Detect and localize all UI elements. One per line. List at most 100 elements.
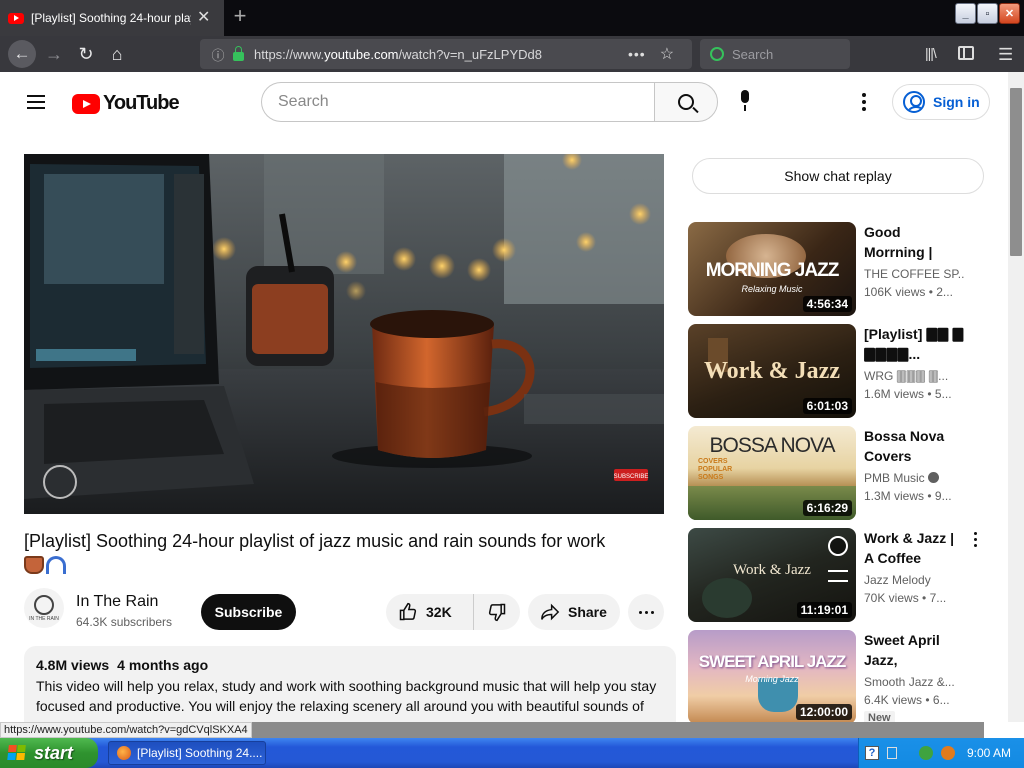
info-icon[interactable]: ⓘ (210, 45, 226, 64)
channel-avatar-text: IN THE RAIN (29, 615, 59, 622)
recommendation-thumbnail[interactable]: MORNING JAZZ Relaxing Music 4:56:34 (688, 222, 856, 316)
subscriber-count: 64.3K subscribers (76, 615, 173, 629)
recommendation-channel[interactable]: Smooth Jazz &... (864, 675, 964, 689)
horizontal-scrollbar[interactable] (252, 722, 984, 738)
start-button[interactable]: start (0, 738, 98, 768)
scrollbar-thumb[interactable] (1010, 88, 1022, 256)
recommendation-item[interactable]: BOSSA NOVA COVERS POPULAR SONGS 6:16:29 … (688, 426, 988, 520)
duration-badge: 4:56:34 (802, 296, 852, 312)
recommendation-thumbnail[interactable]: Work & Jazz 11:19:01 (688, 528, 856, 622)
new-tab-button[interactable]: + (228, 5, 252, 27)
navigation-bar: ← → ↻ ⌂ ⓘ https://www.youtube.com/watch?… (0, 36, 1024, 72)
lock-icon[interactable] (233, 45, 244, 61)
recommendation-channel[interactable]: THE COFFEE SP... (864, 267, 964, 281)
recommendation-menu-icon[interactable] (974, 532, 978, 548)
recommendation-title[interactable]: Good Morrning | Morning... (864, 222, 964, 262)
recommendation-thumbnail[interactable]: BOSSA NOVA COVERS POPULAR SONGS 6:16:29 (688, 426, 856, 520)
description-box[interactable]: 4.8M views 4 months ago This video will h… (24, 646, 676, 722)
recommendation-title[interactable]: Sweet April Jazz, improve... (864, 630, 964, 670)
recommendation-thumbnail[interactable]: Work & Jazz 6:01:03 (688, 324, 856, 418)
menu-icon[interactable]: ☰ (998, 45, 1013, 65)
channel-name[interactable]: In The Rain (76, 593, 158, 611)
thumbnail-title: MORNING JAZZ (705, 260, 840, 281)
recommendation-title[interactable]: [Playlist] 🀫🀫 🀫🀫🀫🀫🀫... (864, 324, 964, 364)
back-arrow-icon[interactable]: ← (8, 40, 36, 68)
recommendation-title[interactable]: Work & Jazz | A Coffee Shop... (864, 528, 964, 568)
taskbar-window-button[interactable]: [Playlist] Soothing 24.... (108, 741, 266, 765)
page-actions-icon[interactable]: ••• (628, 46, 646, 62)
settings-kebab-icon[interactable] (862, 93, 866, 111)
search-input[interactable]: Search (261, 82, 655, 122)
watch-later-icon[interactable] (828, 536, 848, 556)
thumbnail-title: BOSSA NOVA (709, 434, 836, 457)
subscribe-button[interactable]: Subscribe (201, 594, 296, 630)
like-button[interactable]: 32K (386, 594, 474, 630)
upload-date: 4 months ago (117, 657, 209, 673)
network-icon[interactable] (887, 747, 897, 759)
recommendation-thumbnail[interactable]: SWEET APRIL JAZZ Morning Jazz 12:00:00 (688, 630, 856, 722)
youtube-logo[interactable]: YouTube (72, 92, 180, 115)
tab-close-icon[interactable]: ✕ (197, 10, 210, 26)
sign-in-button[interactable]: Sign in (892, 84, 990, 120)
thumbnail-title: Work & Jazz (704, 358, 840, 384)
search-button[interactable] (654, 82, 718, 122)
recommendation-item[interactable]: Work & Jazz 6:01:03 [Playlist] 🀫🀫 🀫🀫🀫🀫🀫.… (688, 324, 988, 418)
library-icon[interactable]: |||\ (925, 45, 937, 61)
headphones-emoji-icon (46, 556, 66, 574)
reload-icon[interactable]: ↻ (74, 42, 98, 66)
home-icon[interactable]: ⌂ (105, 42, 129, 66)
url-text[interactable]: https://www.youtube.com/watch?v=n_uFzLPY… (254, 47, 624, 62)
recommendation-channel[interactable]: Jazz Melody (864, 573, 964, 587)
thumbnail-title: SWEET APRIL JAZZ (698, 652, 846, 671)
description-text: This video will help you relax, study an… (36, 678, 657, 714)
add-to-queue-icon[interactable] (828, 570, 848, 582)
recommendation-channel[interactable]: WRG 🀫🀫🀫 🀫... (864, 369, 964, 384)
video-player[interactable]: SUBSCRIBE (24, 154, 664, 514)
forward-arrow-icon[interactable]: → (42, 42, 66, 66)
share-button[interactable]: Share (528, 594, 620, 630)
start-label: start (34, 742, 74, 763)
address-bar[interactable]: ⓘ https://www.youtube.com/watch?v=n_uFzL… (200, 39, 692, 69)
more-actions-button[interactable] (628, 594, 664, 630)
tray-app-icon[interactable] (919, 746, 933, 760)
thumbnail-subtitle: Relaxing Music (741, 284, 803, 294)
title-bar: [Playlist] Soothing 24-hour playlist ✕ +… (0, 0, 1024, 36)
maximize-button[interactable]: ▫ (977, 3, 998, 24)
recommendation-title[interactable]: Bossa Nova Covers Popul... (864, 426, 964, 466)
search-tray-icon[interactable] (941, 746, 955, 760)
coffee-emoji-icon (24, 556, 44, 574)
browser-window: [Playlist] Soothing 24-hour playlist ✕ +… (0, 0, 1024, 768)
dislike-button[interactable] (474, 594, 520, 630)
microphone-icon[interactable] (738, 90, 752, 112)
close-window-button[interactable]: ✕ (999, 3, 1020, 24)
like-dislike-group: 32K (386, 594, 520, 630)
minimize-button[interactable]: _ (955, 3, 976, 24)
show-chat-replay-button[interactable]: Show chat replay (692, 158, 984, 194)
bookmark-star-icon[interactable]: ☆ (660, 44, 674, 64)
help-icon[interactable]: ? (865, 746, 879, 760)
duration-badge: 11:19:01 (796, 602, 852, 618)
sidebar-toggle-icon[interactable] (958, 46, 974, 60)
recommendation-channel[interactable]: PMB Music (864, 471, 964, 485)
youtube-page: YouTube Search Sign in SUBSCRIBE [Playli… (0, 72, 1008, 722)
logo-text: YouTube (103, 92, 180, 114)
thumbs-down-icon (488, 603, 506, 622)
recommendation-item[interactable]: SWEET APRIL JAZZ Morning Jazz 12:00:00 S… (688, 630, 988, 722)
guide-menu-icon[interactable] (27, 95, 45, 109)
recommendation-stats: 70K views • 7... (864, 591, 947, 605)
like-count: 32K (426, 604, 452, 620)
recommendation-stats: 6.4K views • 6... (864, 693, 950, 707)
duration-badge: 6:01:03 (802, 398, 852, 414)
share-arrow-icon (541, 603, 560, 621)
browser-tab[interactable]: [Playlist] Soothing 24-hour playlist ✕ (0, 0, 224, 36)
taskbar-window-label: [Playlist] Soothing 24.... (137, 746, 263, 760)
vertical-scrollbar[interactable] (1008, 72, 1024, 722)
channel-avatar[interactable]: IN THE RAIN (24, 588, 64, 628)
browser-search-placeholder: Search (732, 46, 774, 62)
recommendation-item[interactable]: MORNING JAZZ Relaxing Music 4:56:34 Good… (688, 222, 988, 316)
search-engine-icon (710, 47, 724, 61)
browser-search-field[interactable]: Search (700, 39, 850, 69)
duration-badge: 12:00:00 (795, 704, 852, 720)
recommendation-item[interactable]: Work & Jazz 11:19:01 Work & Jazz | A Cof… (688, 528, 988, 622)
recommendation-stats: 106K views • 2... (864, 285, 953, 299)
